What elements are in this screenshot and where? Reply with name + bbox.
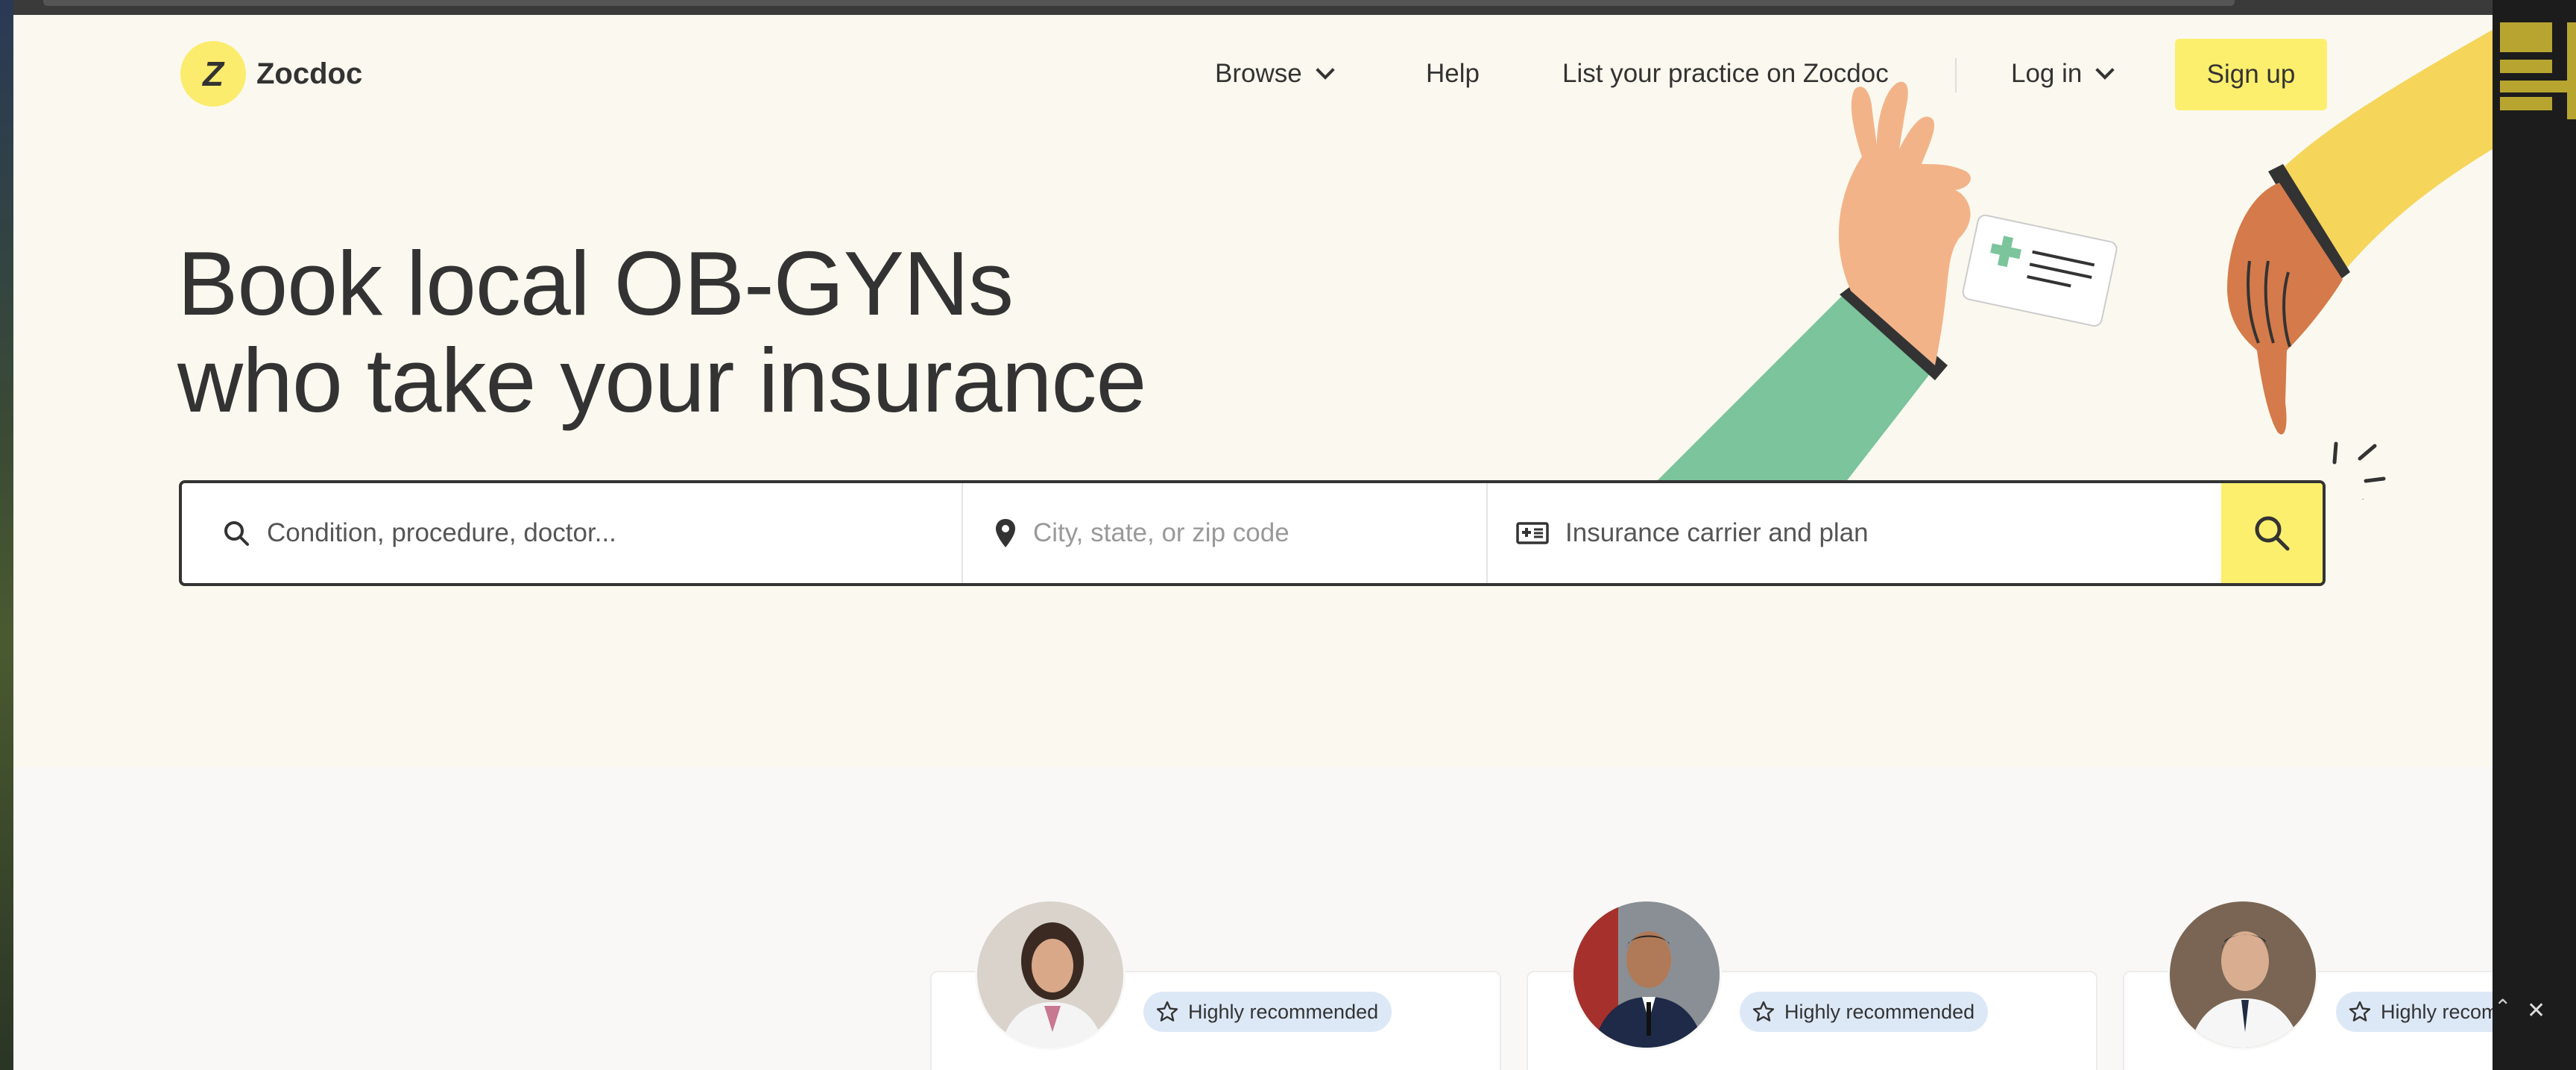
editor-highlight [2500, 22, 2552, 52]
search-icon [222, 519, 250, 547]
signup-button[interactable]: Sign up [2175, 39, 2327, 110]
editor-highlight [2500, 97, 2552, 110]
nav-browse[interactable]: Browse [1215, 37, 1335, 110]
editor-highlight [2500, 60, 2552, 73]
hero-headline-line2: who take your insurance [177, 330, 1146, 431]
badge-label: Highly recom [2381, 1000, 2493, 1023]
nav-divider [1955, 58, 1957, 92]
location-input[interactable] [1033, 518, 1486, 548]
condition-field [182, 483, 962, 583]
code-editor-window-edge [2493, 0, 2576, 1070]
chevron-up-icon[interactable]: ⌃ [2494, 995, 2511, 1019]
editor-highlight [2567, 22, 2576, 119]
insurance-field [1486, 483, 2232, 583]
doctor-avatar [2168, 899, 2318, 1050]
doctor-avatar [975, 899, 1126, 1050]
condition-input[interactable] [267, 518, 962, 548]
browser-top-bar [13, 0, 2493, 15]
chevron-down-icon [2095, 60, 2115, 80]
nav-help-label: Help [1426, 59, 1480, 88]
highly-recommended-badge: Highly recom [2336, 992, 2493, 1032]
highly-recommended-badge: Highly recommended [1143, 992, 1392, 1032]
nav-login-label: Log in [2011, 59, 2083, 88]
search-icon [2255, 516, 2290, 551]
hero-headline: Book local OB-GYNs who take your insuran… [177, 235, 1146, 429]
star-icon [2349, 1001, 2371, 1022]
zocdoc-logo[interactable]: Z Zocdoc [180, 41, 362, 107]
nav-browse-label: Browse [1215, 59, 1302, 88]
doctor-avatar [1571, 899, 1722, 1050]
editor-highlight [2500, 81, 2567, 92]
highly-recommended-badge: Highly recommended [1740, 992, 1989, 1032]
insurance-input[interactable] [1565, 518, 2232, 548]
nav-login[interactable]: Log in [2011, 37, 2115, 110]
location-pin-icon [994, 517, 1017, 549]
desktop-wallpaper-edge [0, 0, 13, 1070]
zocdoc-logo-icon: Z [180, 41, 246, 107]
nav-list-practice-label: List your practice on Zocdoc [1562, 59, 1889, 88]
hero-section: Z Zocdoc Browse Help List your practice … [13, 15, 2493, 767]
chevron-down-icon [1315, 60, 1335, 80]
star-icon [1752, 1001, 1775, 1022]
zocdoc-wordmark: Zocdoc [256, 57, 363, 90]
insurance-card-icon [1516, 521, 1549, 545]
star-icon [1156, 1001, 1178, 1022]
close-icon[interactable]: ✕ [2527, 998, 2545, 1024]
badge-label: Highly recommended [1784, 1000, 1975, 1023]
nav-list-practice[interactable]: List your practice on Zocdoc [1562, 37, 1889, 110]
hero-headline-line1: Book local OB-GYNs [177, 233, 1014, 334]
browser-tab-strip [43, 0, 2235, 6]
nav-help[interactable]: Help [1426, 37, 1480, 110]
location-field [962, 483, 1486, 583]
search-submit-button[interactable] [2221, 483, 2323, 583]
search-bar [179, 480, 2326, 586]
zocdoc-page: Z Zocdoc Browse Help List your practice … [13, 15, 2493, 1070]
badge-label: Highly recommended [1188, 1000, 1379, 1023]
